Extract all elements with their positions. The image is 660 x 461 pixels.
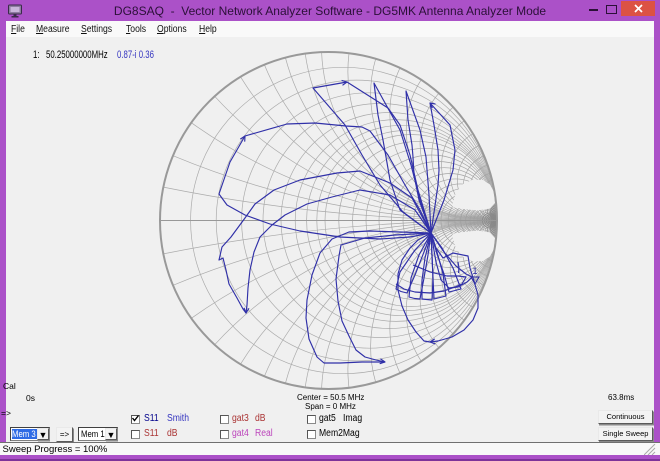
svg-text:1: 1 [472, 266, 477, 276]
